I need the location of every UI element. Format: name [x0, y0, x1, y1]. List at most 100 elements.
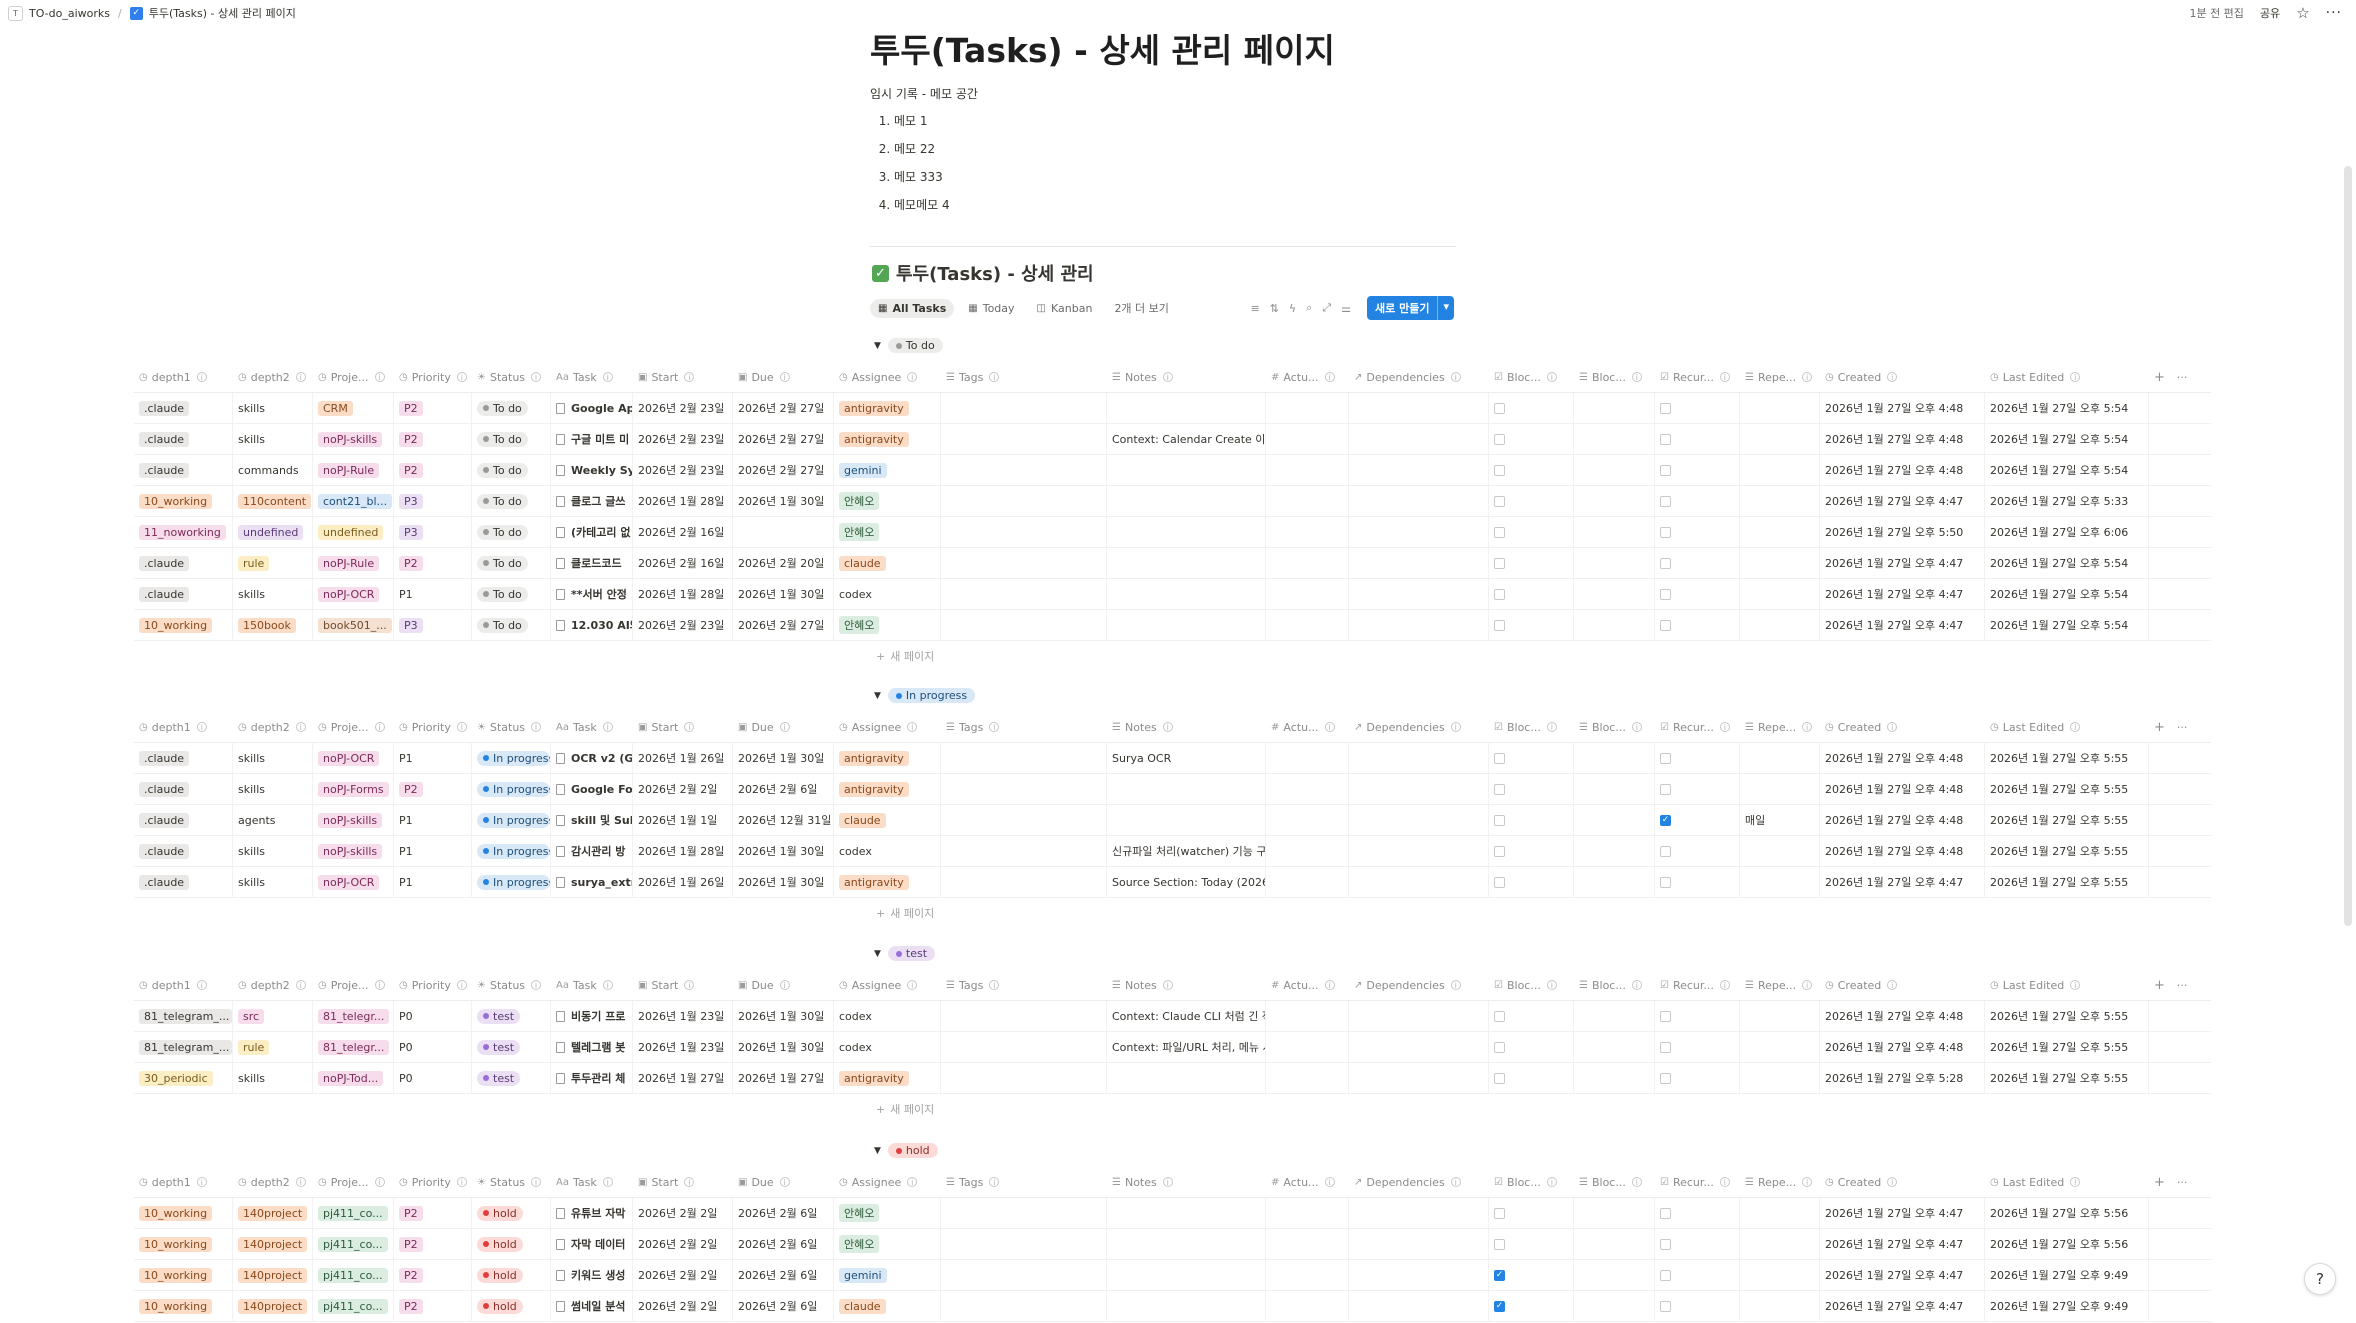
table-cell[interactable]: antigravity	[834, 393, 941, 423]
table-cell[interactable]: 2026년 1월 27일 오후 5:33	[1985, 486, 2149, 516]
column-header[interactable]: ↗ Dependencies i	[1349, 371, 1489, 384]
table-cell[interactable]: claude	[834, 548, 941, 578]
table-cell[interactable]: skills	[233, 743, 313, 773]
table-cell[interactable]	[1349, 548, 1489, 578]
task-title[interactable]: 감시관리 방	[571, 843, 625, 859]
table-cell[interactable]: To do	[472, 517, 551, 547]
table-cell[interactable]: 2026년 1월 27일 오후 4:48	[1820, 1001, 1985, 1031]
column-header[interactable]: Aa Task i	[551, 721, 633, 734]
table-cell[interactable]	[1574, 548, 1655, 578]
table-cell[interactable]: 2026년 1월 27일 오후 5:28	[1820, 1063, 1985, 1093]
table-cell[interactable]: 2026년 1월 27일 오후 5:55	[1985, 1032, 2149, 1062]
table-cell[interactable]	[1655, 1063, 1740, 1093]
table-cell[interactable]	[1740, 486, 1820, 516]
blocked-checkbox[interactable]	[1494, 1238, 1505, 1250]
column-header[interactable]: ◷ Priority i	[394, 979, 472, 992]
column-header[interactable]: ☑ Bloc... i	[1489, 1176, 1574, 1189]
table-cell[interactable]: noPJ-Rule	[313, 548, 394, 578]
table-cell[interactable]: antigravity	[834, 1063, 941, 1093]
table-row[interactable]: 30_periodic skills noPJ-Tod... P0 test 투두관리 체…	[134, 1063, 2211, 1094]
table-cell[interactable]: 2026년 1월 26일	[633, 743, 733, 773]
task-title[interactable]: **서버 안정	[571, 586, 627, 602]
table-cell[interactable]: P2	[394, 1229, 472, 1259]
column-header[interactable]: ☑ Recur... i	[1655, 721, 1740, 734]
table-cell[interactable]: 2026년 1월 27일 오후 4:48	[1820, 774, 1985, 804]
table-cell[interactable]	[941, 836, 1107, 866]
table-cell[interactable]: hold	[472, 1198, 551, 1228]
blocked-checkbox[interactable]	[1494, 464, 1505, 476]
blocked-checkbox[interactable]	[1494, 1010, 1505, 1022]
table-cell[interactable]: 2026년 1월 28일	[633, 486, 733, 516]
table-cell[interactable]: .claude	[134, 455, 233, 485]
table-cell[interactable]: 10_working	[134, 1260, 233, 1290]
column-header[interactable]: ☑ Bloc... i	[1489, 721, 1574, 734]
column-header[interactable]: ↗ Dependencies i	[1349, 1176, 1489, 1189]
table-cell[interactable]	[1266, 455, 1349, 485]
table-cell[interactable]: To do	[472, 455, 551, 485]
table-cell[interactable]	[941, 517, 1107, 547]
filter-icon[interactable]: ≡	[1250, 302, 1259, 315]
table-cell[interactable]: CRM	[313, 393, 394, 423]
table-cell[interactable]	[1349, 743, 1489, 773]
table-cell[interactable]	[1349, 805, 1489, 835]
table-cell[interactable]: cont21_bl...	[313, 486, 394, 516]
table-cell[interactable]	[1349, 1291, 1489, 1321]
table-cell[interactable]	[1349, 867, 1489, 897]
table-cell[interactable]: 2026년 2월 23일	[633, 393, 733, 423]
table-cell[interactable]: .claude	[134, 743, 233, 773]
table-cell[interactable]: 2026년 1월 27일 오후 5:54	[1985, 610, 2149, 640]
column-header[interactable]: ◷ depth2 i	[233, 979, 313, 992]
column-header[interactable]: ◷ Last Edited i	[1985, 979, 2149, 992]
table-cell[interactable]: noPJ-Forms	[313, 774, 394, 804]
table-cell[interactable]	[1107, 610, 1266, 640]
new-page-button[interactable]: + 새 페이지	[134, 641, 2211, 671]
table-cell[interactable]	[941, 774, 1107, 804]
table-cell[interactable]: 2026년 1월 27일	[633, 1063, 733, 1093]
table-cell[interactable]: 매일	[1740, 805, 1820, 835]
column-header[interactable]: ▣ Due i	[733, 371, 834, 384]
table-cell[interactable]: surya_extra	[551, 867, 633, 897]
table-cell[interactable]	[1107, 548, 1266, 578]
table-cell[interactable]: .claude	[134, 836, 233, 866]
table-cell[interactable]	[1266, 805, 1349, 835]
table-cell[interactable]: 2026년 1월 1일	[633, 805, 733, 835]
blocked-checkbox[interactable]	[1494, 845, 1505, 857]
column-header[interactable]: ◷ Created i	[1820, 1176, 1985, 1189]
table-cell[interactable]	[1740, 610, 1820, 640]
table-cell[interactable]	[1349, 1032, 1489, 1062]
table-cell[interactable]	[1740, 548, 1820, 578]
table-cell[interactable]	[941, 1229, 1107, 1259]
table-cell[interactable]	[1489, 455, 1574, 485]
blocked-checkbox[interactable]	[1494, 1207, 1505, 1219]
table-cell[interactable]	[1655, 424, 1740, 454]
table-cell[interactable]	[1655, 486, 1740, 516]
table-cell[interactable]	[941, 1063, 1107, 1093]
sort-icon[interactable]: ⇅	[1270, 302, 1279, 315]
table-cell[interactable]: 2026년 2월 2일	[633, 1229, 733, 1259]
table-cell[interactable]: 110content	[233, 486, 313, 516]
table-cell[interactable]: In progress	[472, 743, 551, 773]
table-cell[interactable]	[941, 486, 1107, 516]
table-row[interactable]: .claude skills noPJ-OCR P1 To do **서버 안정 2026년…	[134, 579, 2211, 610]
table-cell[interactable]: 투두관리 체	[551, 1063, 633, 1093]
table-cell[interactable]	[1266, 867, 1349, 897]
table-cell[interactable]: 81_telegram_...	[134, 1032, 233, 1062]
group-header[interactable]: ▼ hold	[874, 1143, 938, 1158]
table-cell[interactable]: 30_periodic	[134, 1063, 233, 1093]
table-cell[interactable]	[1489, 486, 1574, 516]
table-cell[interactable]: 2026년 1월 27일 오후 4:48	[1820, 1032, 1985, 1062]
table-cell[interactable]	[1266, 1260, 1349, 1290]
table-cell[interactable]: test	[472, 1063, 551, 1093]
table-cell[interactable]: 유튜브 자막	[551, 1198, 633, 1228]
table-cell[interactable]	[1349, 579, 1489, 609]
table-cell[interactable]: 2026년 1월 27일 오후 4:47	[1820, 486, 1985, 516]
table-cell[interactable]: ✓	[1489, 1291, 1574, 1321]
table-cell[interactable]: .claude	[134, 424, 233, 454]
column-header[interactable]: ☰ Repe... i	[1740, 721, 1820, 734]
table-cell[interactable]	[1655, 743, 1740, 773]
table-cell[interactable]: P2	[394, 1198, 472, 1228]
table-cell[interactable]	[1574, 867, 1655, 897]
table-cell[interactable]	[1349, 455, 1489, 485]
table-cell[interactable]: 2026년 1월 27일 오후 4:47	[1820, 1198, 1985, 1228]
table-cell[interactable]	[1489, 743, 1574, 773]
